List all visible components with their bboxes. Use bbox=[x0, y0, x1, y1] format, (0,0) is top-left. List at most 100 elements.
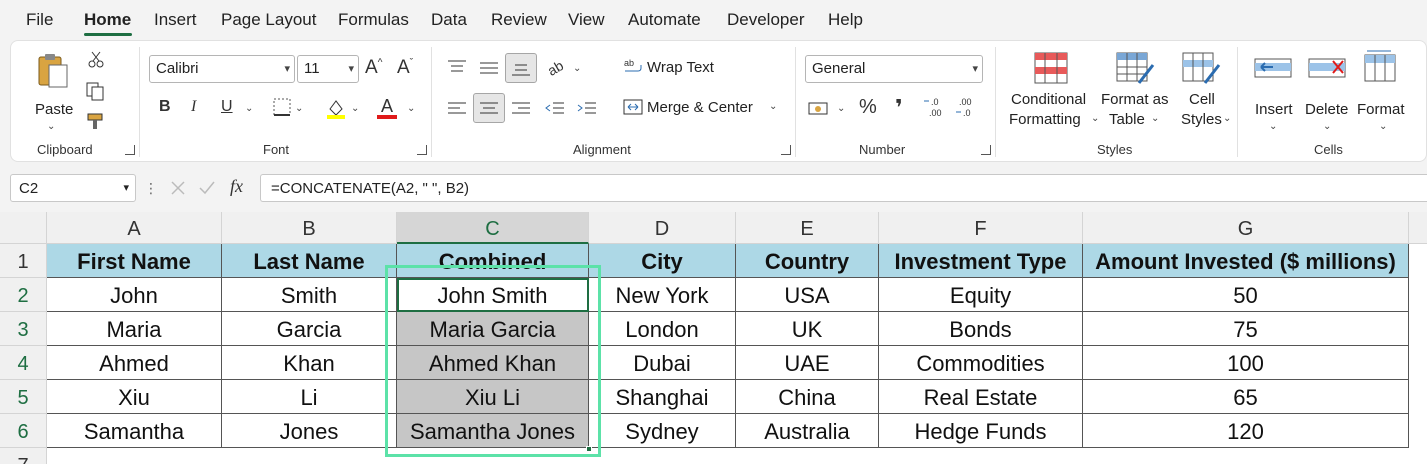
borders-icon[interactable] bbox=[273, 98, 291, 116]
tab-automate[interactable]: Automate bbox=[628, 10, 701, 30]
insert-function-icon[interactable]: fx bbox=[230, 176, 243, 197]
table-cell-active[interactable]: John Smith bbox=[397, 278, 589, 312]
name-box[interactable]: C2 ▾ bbox=[10, 174, 136, 202]
table-cell[interactable]: Commodities bbox=[879, 346, 1083, 380]
format-painter-icon[interactable] bbox=[85, 111, 105, 131]
row-header-3[interactable]: 3 bbox=[0, 312, 47, 346]
table-cell[interactable]: Samantha bbox=[47, 414, 222, 448]
copy-icon[interactable] bbox=[85, 81, 107, 101]
tab-insert[interactable]: Insert bbox=[154, 10, 197, 30]
decrease-decimal-icon[interactable]: .00.0 bbox=[955, 95, 981, 119]
cell-styles-button[interactable]: Cell Styles ⌄ bbox=[1175, 49, 1231, 131]
align-left-icon[interactable] bbox=[447, 101, 467, 117]
table-cell[interactable]: Jones bbox=[222, 414, 397, 448]
comma-style-button[interactable]: ❜ bbox=[895, 97, 903, 119]
table-cell[interactable]: Li bbox=[222, 380, 397, 414]
header-cell-city[interactable]: City bbox=[589, 244, 736, 278]
table-cell[interactable]: 120 bbox=[1083, 414, 1409, 448]
cancel-icon[interactable] bbox=[170, 180, 186, 196]
wrap-text-button[interactable]: ab Wrap Text bbox=[623, 57, 733, 81]
tab-help[interactable]: Help bbox=[828, 10, 863, 30]
table-cell[interactable]: Xiu bbox=[47, 380, 222, 414]
font-size-select[interactable]: 11 ▾ bbox=[297, 55, 359, 83]
increase-decimal-icon[interactable]: .0.00 bbox=[923, 95, 949, 119]
row-header-6[interactable]: 6 bbox=[0, 414, 47, 448]
table-cell[interactable]: USA bbox=[736, 278, 879, 312]
dialog-launcher-icon[interactable] bbox=[781, 145, 791, 155]
decrease-indent-icon[interactable] bbox=[545, 101, 565, 117]
header-cell-investment-type[interactable]: Investment Type bbox=[879, 244, 1083, 278]
cut-icon[interactable] bbox=[87, 51, 105, 69]
column-header-a[interactable]: A bbox=[47, 212, 222, 244]
more-options-icon[interactable]: ⋮ bbox=[144, 180, 158, 197]
table-cell[interactable]: Garcia bbox=[222, 312, 397, 346]
enter-icon[interactable] bbox=[198, 180, 216, 196]
insert-cells-button[interactable]: Insert ⌄ bbox=[1249, 49, 1299, 132]
column-header-g[interactable]: G bbox=[1083, 212, 1409, 244]
table-cell[interactable]: John bbox=[47, 278, 222, 312]
table-cell-selected[interactable]: Maria Garcia bbox=[397, 312, 589, 346]
number-format-select[interactable]: General ▾ bbox=[805, 55, 983, 83]
row-header-2[interactable]: 2 bbox=[0, 278, 47, 312]
align-middle-icon[interactable] bbox=[479, 61, 499, 77]
column-header-f[interactable]: F bbox=[879, 212, 1083, 244]
increase-indent-icon[interactable] bbox=[577, 101, 597, 117]
table-cell[interactable]: Australia bbox=[736, 414, 879, 448]
merge-center-button[interactable]: Merge & Center ⌄ bbox=[623, 97, 783, 121]
tab-home[interactable]: Home bbox=[84, 10, 131, 30]
tab-data[interactable]: Data bbox=[431, 10, 467, 30]
table-cell[interactable]: China bbox=[736, 380, 879, 414]
table-cell-selected[interactable]: Ahmed Khan bbox=[397, 346, 589, 380]
header-cell-combined[interactable]: Combined bbox=[397, 244, 589, 278]
align-bottom-button[interactable] bbox=[505, 53, 537, 83]
table-cell[interactable]: 75 bbox=[1083, 312, 1409, 346]
chevron-down-icon[interactable]: ⌄ bbox=[573, 63, 581, 74]
select-all-corner[interactable] bbox=[0, 212, 47, 244]
table-cell[interactable]: Smith bbox=[222, 278, 397, 312]
align-top-icon[interactable] bbox=[447, 59, 467, 75]
table-cell[interactable]: Ahmed bbox=[47, 346, 222, 380]
grow-font-icon[interactable]: A^ bbox=[365, 58, 382, 77]
chevron-down-icon[interactable]: ⌄ bbox=[407, 103, 415, 114]
font-name-select[interactable]: Calibri ▾ bbox=[149, 55, 295, 83]
chevron-down-icon[interactable]: ⌄ bbox=[837, 103, 845, 114]
underline-button[interactable]: U bbox=[221, 99, 233, 115]
table-cell[interactable]: New York bbox=[589, 278, 736, 312]
table-cell[interactable]: Sydney bbox=[589, 414, 736, 448]
font-color-button[interactable]: A bbox=[377, 97, 397, 119]
header-cell-last-name[interactable]: Last Name bbox=[222, 244, 397, 278]
dialog-launcher-icon[interactable] bbox=[125, 145, 135, 155]
table-cell[interactable]: Dubai bbox=[589, 346, 736, 380]
dialog-launcher-icon[interactable] bbox=[417, 145, 427, 155]
tab-review[interactable]: Review bbox=[491, 10, 547, 30]
shrink-font-icon[interactable]: Aˇ bbox=[397, 58, 413, 77]
tab-formulas[interactable]: Formulas bbox=[338, 10, 409, 30]
orientation-icon[interactable]: ab bbox=[545, 57, 567, 77]
dialog-launcher-icon[interactable] bbox=[981, 145, 991, 155]
table-cell[interactable]: Shanghai bbox=[589, 380, 736, 414]
table-cell-selected[interactable]: Samantha Jones bbox=[397, 414, 589, 448]
tab-developer[interactable]: Developer bbox=[727, 10, 805, 30]
table-cell[interactable]: Khan bbox=[222, 346, 397, 380]
table-cell[interactable]: Equity bbox=[879, 278, 1083, 312]
table-cell[interactable]: 50 bbox=[1083, 278, 1409, 312]
header-cell-amount[interactable]: Amount Invested ($ millions) bbox=[1083, 244, 1409, 278]
accounting-format-icon[interactable] bbox=[807, 99, 831, 119]
tab-page-layout[interactable]: Page Layout bbox=[221, 10, 316, 30]
chevron-down-icon[interactable]: ⌄ bbox=[245, 103, 253, 114]
table-cell[interactable]: UAE bbox=[736, 346, 879, 380]
row-header-5[interactable]: 5 bbox=[0, 380, 47, 414]
column-header-b[interactable]: B bbox=[222, 212, 397, 244]
fill-color-icon[interactable] bbox=[325, 97, 347, 119]
align-right-icon[interactable] bbox=[511, 101, 531, 117]
bold-button[interactable]: B bbox=[159, 99, 171, 115]
table-cell[interactable]: 65 bbox=[1083, 380, 1409, 414]
percent-style-button[interactable]: % bbox=[859, 97, 877, 117]
tab-file[interactable]: File bbox=[26, 10, 53, 30]
table-cell[interactable]: London bbox=[589, 312, 736, 346]
column-header-d[interactable]: D bbox=[589, 212, 736, 244]
conditional-formatting-button[interactable]: Conditional Formatting ⌄ bbox=[1007, 49, 1099, 131]
header-cell-first-name[interactable]: First Name bbox=[47, 244, 222, 278]
paste-button[interactable]: Paste ⌄ bbox=[29, 49, 75, 132]
delete-cells-button[interactable]: Delete ⌄ bbox=[1303, 49, 1355, 132]
